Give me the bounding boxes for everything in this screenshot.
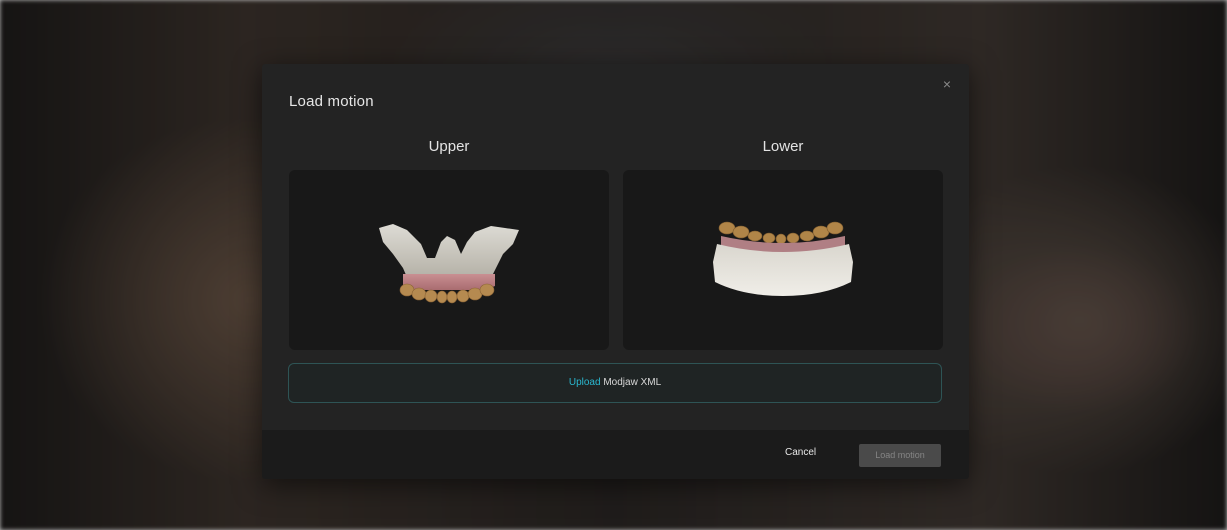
dialog-title: Load motion [289,93,374,110]
lower-jaw-model-icon [713,221,853,296]
lower-label: Lower [762,138,804,155]
lower-jaw-preview[interactable] [623,170,943,350]
upper-label: Upper [428,138,470,155]
load-motion-button[interactable]: Load motion [859,444,941,467]
upload-link[interactable]: Upload [569,377,601,388]
close-icon[interactable]: × [939,76,955,92]
upper-jaw-preview[interactable] [289,170,609,350]
upper-jaw-model-icon [379,224,519,304]
dialog-footer: Cancel Load motion [262,430,969,479]
load-motion-dialog: Load motion × Upper Lower Upload Modjaw … [262,64,969,479]
upload-modjaw-xml-dropzone[interactable]: Upload Modjaw XML [288,363,942,403]
cancel-button[interactable]: Cancel [785,447,816,458]
upload-file-type-text: Modjaw XML [600,377,662,388]
